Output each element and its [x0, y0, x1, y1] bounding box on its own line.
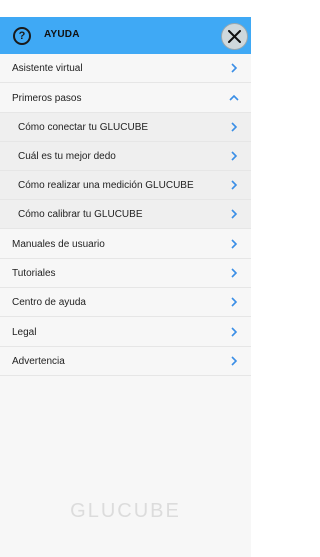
- chevron-right-icon: [231, 268, 238, 278]
- chevron-right-icon: [231, 151, 238, 161]
- submenu-item-medicion[interactable]: Cómo realizar una medición GLUCUBE: [0, 171, 251, 200]
- submenu-item-mejor-dedo[interactable]: Cuál es tu mejor dedo: [0, 142, 251, 171]
- submenu-item-label: Cómo conectar tu GLUCUBE: [18, 122, 149, 133]
- menu-item-asistente-virtual[interactable]: Asistente virtual: [0, 54, 251, 83]
- chevron-right-icon: [231, 209, 238, 219]
- chevron-up-icon: [229, 94, 239, 101]
- submenu-item-label: Cuál es tu mejor dedo: [18, 151, 116, 162]
- menu-item-label: Manuales de usuario: [12, 239, 105, 250]
- glucube-logo: GLUCUBE: [70, 500, 181, 522]
- menu-item-label: Tutoriales: [12, 268, 56, 279]
- question-circle-icon: ?: [13, 27, 31, 45]
- help-menu-screen: ? AYUDA Asistente virtual Primeros pasos…: [0, 0, 251, 557]
- chevron-right-icon: [231, 327, 238, 337]
- menu-item-legal[interactable]: Legal: [0, 318, 251, 347]
- submenu-item-label: Cómo calibrar tu GLUCUBE: [18, 209, 143, 220]
- chevron-right-icon: [231, 239, 238, 249]
- menu-item-primeros-pasos[interactable]: Primeros pasos: [0, 84, 251, 113]
- menu-item-label: Asistente virtual: [12, 63, 83, 74]
- header-title: AYUDA: [44, 29, 80, 40]
- chevron-right-icon: [231, 356, 238, 366]
- submenu-item-calibrar[interactable]: Cómo calibrar tu GLUCUBE: [0, 200, 251, 229]
- chevron-right-icon: [231, 180, 238, 190]
- help-header: ? AYUDA: [0, 17, 251, 54]
- menu-item-label: Legal: [12, 327, 37, 338]
- menu-item-label: Centro de ayuda: [12, 297, 86, 308]
- submenu-item-conectar[interactable]: Cómo conectar tu GLUCUBE: [0, 113, 251, 142]
- menu-item-manuales[interactable]: Manuales de usuario: [0, 230, 251, 259]
- menu-item-tutoriales[interactable]: Tutoriales: [0, 259, 251, 288]
- submenu-item-label: Cómo realizar una medición GLUCUBE: [18, 180, 194, 191]
- chevron-right-icon: [231, 297, 238, 307]
- chevron-right-icon: [231, 122, 238, 132]
- menu-item-centro-de-ayuda[interactable]: Centro de ayuda: [0, 288, 251, 317]
- close-icon: [228, 30, 241, 43]
- menu-item-label: Primeros pasos: [12, 93, 82, 104]
- menu-item-label: Advertencia: [12, 356, 65, 367]
- chevron-right-icon: [231, 63, 238, 73]
- close-button[interactable]: [221, 23, 248, 50]
- help-menu-list: Asistente virtual Primeros pasos Cómo co…: [0, 54, 251, 557]
- status-bar: [0, 0, 251, 17]
- menu-item-advertencia[interactable]: Advertencia: [0, 347, 251, 376]
